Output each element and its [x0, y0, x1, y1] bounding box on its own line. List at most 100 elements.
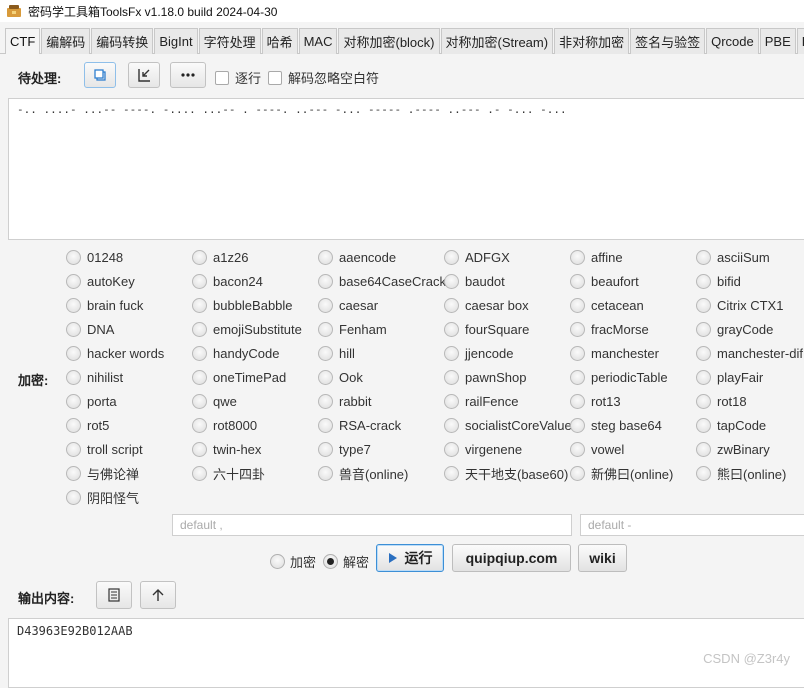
algorithm-radio[interactable]: tapCode — [696, 414, 766, 436]
algorithm-radio[interactable]: 阴阳怪气 — [66, 486, 139, 508]
algorithm-radio[interactable]: 六十四卦 — [192, 462, 265, 484]
radio-circle[interactable] — [570, 466, 585, 481]
algorithm-radio[interactable]: base64CaseCrack — [318, 270, 446, 292]
algorithm-radio[interactable]: beaufort — [570, 270, 639, 292]
radio-circle[interactable] — [318, 466, 333, 481]
algorithm-radio[interactable]: baudot — [444, 270, 505, 292]
radio-circle[interactable] — [570, 322, 585, 337]
algorithm-radio[interactable]: emojiSubstitute — [192, 318, 302, 340]
radio-circle[interactable] — [444, 250, 459, 265]
radio-circle[interactable] — [66, 442, 81, 457]
decrypt-mode-radio[interactable]: 解密 — [323, 552, 369, 571]
radio-circle[interactable] — [696, 466, 711, 481]
output-textarea[interactable]: D43963E92B012AAB — [8, 618, 804, 688]
algorithm-radio[interactable]: cetacean — [570, 294, 644, 316]
encrypt-mode-circle[interactable] — [270, 554, 285, 569]
tab-0[interactable]: CTF — [5, 28, 40, 54]
radio-circle[interactable] — [318, 370, 333, 385]
algorithm-radio[interactable]: Ook — [318, 366, 363, 388]
radio-circle[interactable] — [570, 346, 585, 361]
tab-1[interactable]: 编解码 — [41, 28, 90, 54]
radio-circle[interactable] — [696, 346, 711, 361]
algorithm-radio[interactable]: asciiSum — [696, 246, 770, 268]
radio-circle[interactable] — [66, 250, 81, 265]
algorithm-radio[interactable]: rot5 — [66, 414, 109, 436]
radio-circle[interactable] — [66, 346, 81, 361]
tab-10[interactable]: 签名与验签 — [630, 28, 705, 54]
tab-8[interactable]: 对称加密(Stream) — [441, 28, 554, 54]
algorithm-radio[interactable]: 与佛论禅 — [66, 462, 139, 484]
radio-circle[interactable] — [696, 394, 711, 409]
radio-circle[interactable] — [696, 370, 711, 385]
algorithm-radio[interactable]: bifid — [696, 270, 741, 292]
line-by-line-box[interactable] — [215, 71, 229, 85]
radio-circle[interactable] — [318, 298, 333, 313]
wiki-button[interactable]: wiki — [578, 544, 627, 572]
radio-circle[interactable] — [318, 442, 333, 457]
algorithm-radio[interactable]: vowel — [570, 438, 624, 460]
copy-output-button[interactable] — [96, 581, 132, 609]
algorithm-radio[interactable]: hacker words — [66, 342, 164, 364]
algorithm-radio[interactable]: caesar box — [444, 294, 529, 316]
algorithm-radio[interactable]: 新佛曰(online) — [570, 462, 673, 484]
tab-2[interactable]: 编码转换 — [91, 28, 153, 54]
algorithm-radio[interactable]: steg base64 — [570, 414, 662, 436]
algorithm-radio[interactable]: rot18 — [696, 390, 747, 412]
algorithm-radio[interactable]: DNA — [66, 318, 114, 340]
tab-3[interactable]: BigInt — [154, 28, 197, 54]
encrypt-mode-radio[interactable]: 加密 — [270, 552, 316, 571]
algorithm-radio[interactable]: bubbleBabble — [192, 294, 293, 316]
radio-circle[interactable] — [66, 418, 81, 433]
algorithm-radio[interactable]: handyCode — [192, 342, 280, 364]
radio-circle[interactable] — [66, 394, 81, 409]
radio-circle[interactable] — [696, 274, 711, 289]
radio-circle[interactable] — [192, 466, 207, 481]
radio-circle[interactable] — [66, 490, 81, 505]
algorithm-radio[interactable]: nihilist — [66, 366, 123, 388]
radio-circle[interactable] — [444, 298, 459, 313]
algorithm-radio[interactable]: a1z26 — [192, 246, 248, 268]
algorithm-radio[interactable]: socialistCoreValue — [444, 414, 572, 436]
radio-circle[interactable] — [570, 250, 585, 265]
algorithm-radio[interactable]: manchester — [570, 342, 659, 364]
algorithm-radio[interactable]: twin-hex — [192, 438, 261, 460]
tab-7[interactable]: 对称加密(block) — [338, 28, 439, 54]
algorithm-radio[interactable]: brain fuck — [66, 294, 143, 316]
radio-circle[interactable] — [192, 322, 207, 337]
radio-circle[interactable] — [696, 250, 711, 265]
ignore-whitespace-checkbox[interactable]: 解码忽略空白符 — [268, 68, 379, 87]
radio-circle[interactable] — [696, 298, 711, 313]
radio-circle[interactable] — [570, 442, 585, 457]
tab-4[interactable]: 字符处理 — [199, 28, 261, 54]
algorithm-radio[interactable]: qwe — [192, 390, 237, 412]
quipqiup-button[interactable]: quipqiup.com — [452, 544, 571, 572]
radio-circle[interactable] — [444, 442, 459, 457]
radio-circle[interactable] — [318, 274, 333, 289]
radio-circle[interactable] — [66, 322, 81, 337]
algorithm-radio[interactable]: oneTimePad — [192, 366, 286, 388]
algorithm-radio[interactable]: fourSquare — [444, 318, 529, 340]
radio-circle[interactable] — [318, 418, 333, 433]
radio-circle[interactable] — [192, 442, 207, 457]
algorithm-radio[interactable]: rabbit — [318, 390, 372, 412]
line-by-line-checkbox[interactable]: 逐行 — [215, 68, 261, 87]
radio-circle[interactable] — [66, 370, 81, 385]
radio-circle[interactable] — [318, 250, 333, 265]
radio-circle[interactable] — [318, 322, 333, 337]
import-button[interactable] — [128, 62, 160, 88]
algorithm-radio[interactable]: bacon24 — [192, 270, 263, 292]
tab-13[interactable]: Brow — [797, 28, 804, 54]
algorithm-radio[interactable]: aaencode — [318, 246, 396, 268]
algorithm-radio[interactable]: ADFGX — [444, 246, 510, 268]
radio-circle[interactable] — [318, 346, 333, 361]
algorithm-radio[interactable]: affine — [570, 246, 623, 268]
radio-circle[interactable] — [66, 274, 81, 289]
algorithm-radio[interactable]: pawnShop — [444, 366, 526, 388]
algorithm-radio[interactable]: porta — [66, 390, 117, 412]
radio-circle[interactable] — [444, 418, 459, 433]
move-up-button[interactable] — [140, 581, 176, 609]
radio-circle[interactable] — [192, 274, 207, 289]
radio-circle[interactable] — [444, 274, 459, 289]
tab-11[interactable]: Qrcode — [706, 28, 759, 54]
radio-circle[interactable] — [192, 418, 207, 433]
